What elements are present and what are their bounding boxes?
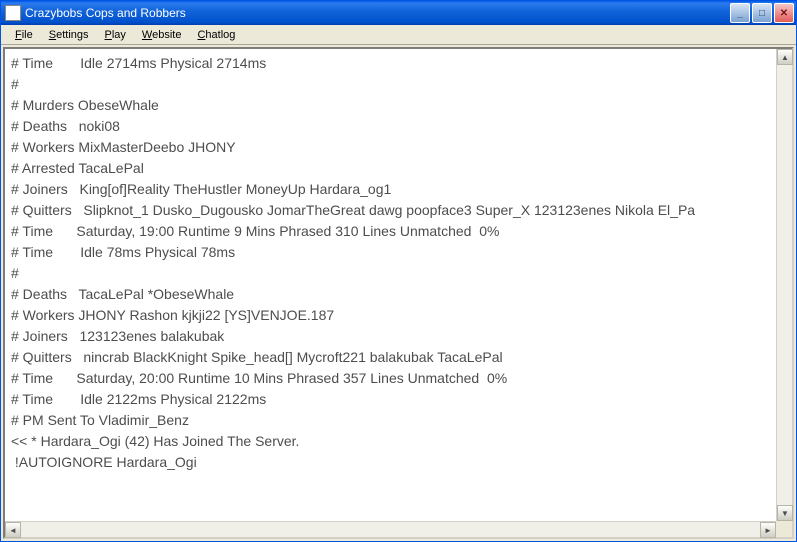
menu-settings[interactable]: Settings [41, 27, 97, 43]
log-body[interactable]: # Time Idle 2714ms Physical 2714ms## Mur… [5, 49, 776, 521]
horizontal-scrollbar[interactable]: ◄ ► [5, 521, 776, 537]
scroll-track-horizontal[interactable] [21, 522, 760, 537]
menu-play[interactable]: Play [97, 27, 134, 43]
log-line: # Time Idle 2122ms Physical 2122ms [11, 389, 770, 410]
menu-label: ile [22, 29, 33, 41]
titlebar[interactable]: Crazybobs Cops and Robbers _ □ ✕ [1, 1, 796, 25]
close-button[interactable]: ✕ [774, 3, 794, 23]
log-line: # Deaths noki08 [11, 116, 770, 137]
log-frame: # Time Idle 2714ms Physical 2714ms## Mur… [3, 47, 794, 539]
log-line: # Arrested TacaLePal [11, 158, 770, 179]
log-line: # PM Sent To Vladimir_Benz [11, 410, 770, 431]
log-line: # Time Idle 78ms Physical 78ms [11, 242, 770, 263]
log-line: # Joiners King[of]Reality TheHustler Mon… [11, 179, 770, 200]
log-line: # Deaths TacaLePal *ObeseWhale [11, 284, 770, 305]
log-line: # Joiners 123123enes balakubak [11, 326, 770, 347]
scroll-down-button[interactable]: ▼ [777, 505, 793, 521]
menu-label: hatlog [205, 29, 235, 41]
menubar: File Settings Play Website Chatlog [1, 25, 796, 45]
window-controls: _ □ ✕ [730, 3, 794, 23]
content-area: # Time Idle 2714ms Physical 2714ms## Mur… [1, 45, 796, 541]
scroll-track-vertical[interactable] [777, 65, 792, 505]
window-title: Crazybobs Cops and Robbers [25, 6, 730, 20]
menu-chatlog[interactable]: Chatlog [189, 27, 243, 43]
menu-label: lay [112, 29, 126, 41]
log-line: # Quitters nincrab BlackKnight Spike_hea… [11, 347, 770, 368]
log-line: << * Hardara_Ogi (42) Has Joined The Ser… [11, 431, 770, 452]
application-window: Crazybobs Cops and Robbers _ □ ✕ File Se… [0, 0, 797, 542]
menu-website[interactable]: Website [134, 27, 190, 43]
log-viewport: # Time Idle 2714ms Physical 2714ms## Mur… [5, 49, 792, 521]
scroll-left-button[interactable]: ◄ [5, 522, 21, 538]
log-line: # Workers JHONY Rashon kjkji22 [YS]VENJO… [11, 305, 770, 326]
log-line: # Murders ObeseWhale [11, 95, 770, 116]
menu-label: ebsite [152, 29, 181, 41]
vertical-scrollbar[interactable]: ▲ ▼ [776, 49, 792, 521]
log-line: # Time Idle 2714ms Physical 2714ms [11, 53, 770, 74]
scroll-corner [776, 521, 792, 537]
app-icon [5, 5, 21, 21]
scroll-right-button[interactable]: ► [760, 522, 776, 538]
log-line: # Quitters Slipknot_1 Dusko_Dugousko Jom… [11, 200, 770, 221]
horizontal-scrollbar-row: ◄ ► [5, 521, 792, 537]
log-line: # [11, 74, 770, 95]
log-line: # [11, 263, 770, 284]
minimize-button[interactable]: _ [730, 3, 750, 23]
menu-file[interactable]: File [7, 27, 41, 43]
log-line: # Time Saturday, 20:00 Runtime 10 Mins P… [11, 368, 770, 389]
log-line: !AUTOIGNORE Hardara_Ogi [11, 452, 770, 473]
scroll-up-button[interactable]: ▲ [777, 49, 793, 65]
maximize-button[interactable]: □ [752, 3, 772, 23]
menu-label: ettings [56, 29, 88, 41]
log-line: # Workers MixMasterDeebo JHONY [11, 137, 770, 158]
log-line: # Time Saturday, 19:00 Runtime 9 Mins Ph… [11, 221, 770, 242]
